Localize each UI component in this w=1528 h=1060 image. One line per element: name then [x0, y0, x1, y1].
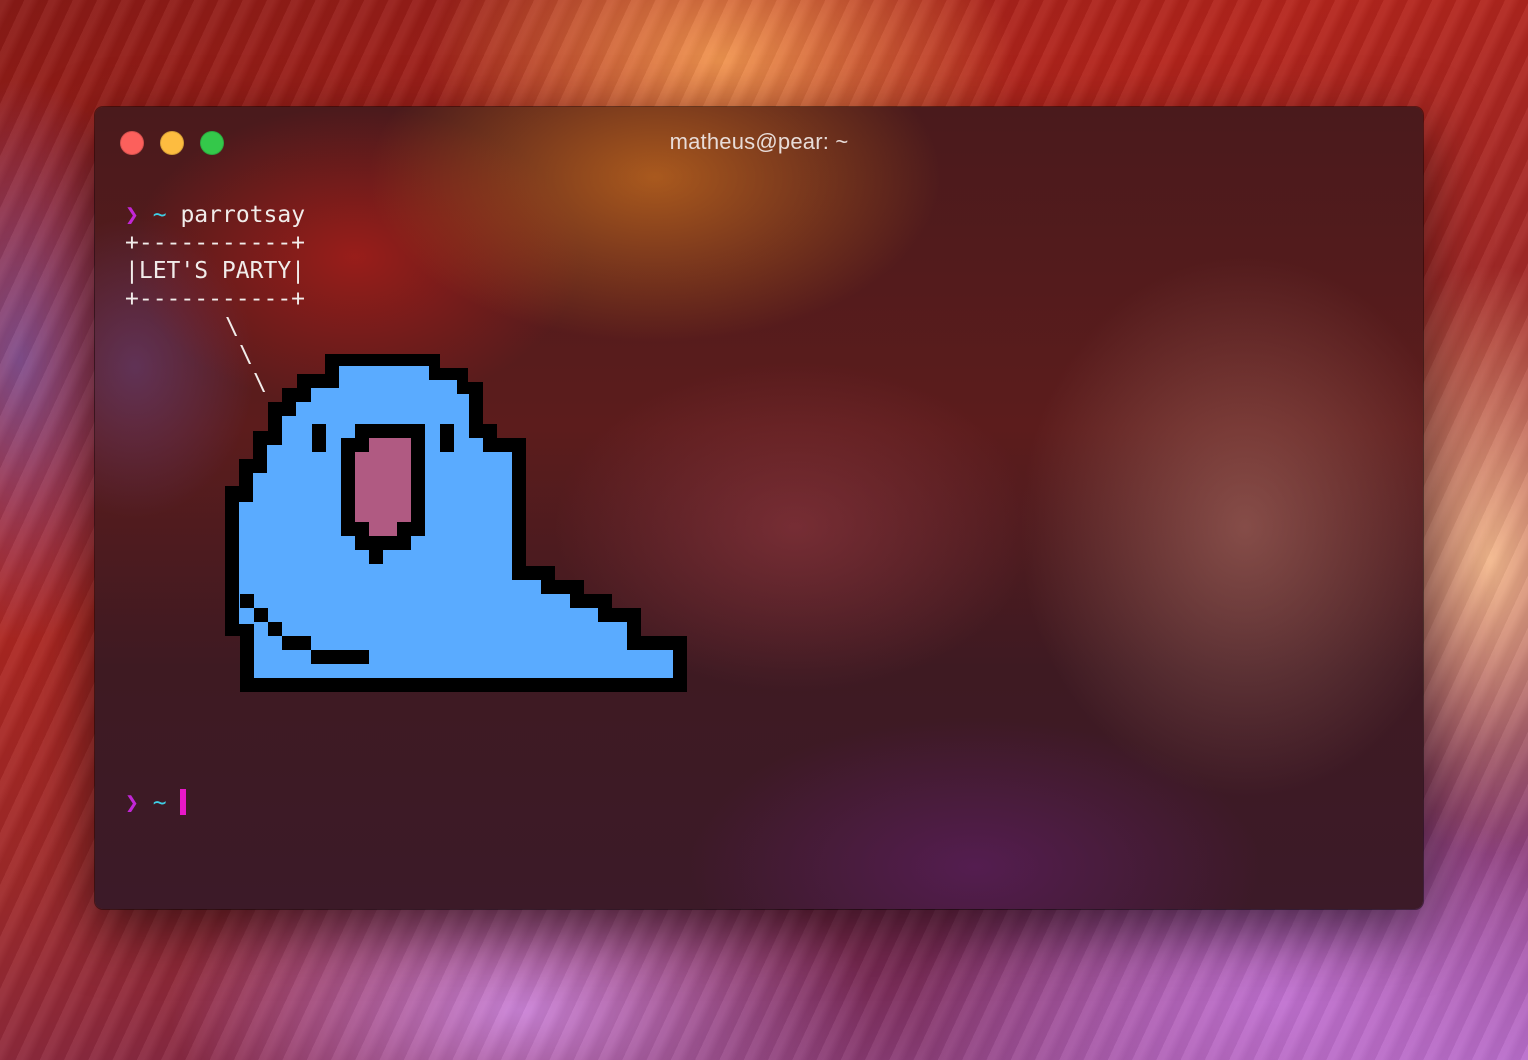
active-prompt-line[interactable]: ❯ ~	[125, 789, 187, 817]
speech-bubble-tail: \	[225, 314, 239, 340]
prompt-cwd: ~	[152, 790, 167, 816]
parrot-body	[239, 366, 673, 678]
parrot-ascii-art	[225, 354, 687, 692]
prompt-arrow-icon: ❯	[125, 790, 139, 816]
terminal-window[interactable]: matheus@pear: ~ ❯ ~ parrotsay +---------…	[95, 107, 1423, 909]
prompt-arrow-icon: ❯	[125, 202, 139, 228]
text-cursor[interactable]	[180, 789, 187, 815]
window-title: matheus@pear: ~	[669, 129, 849, 154]
parrot-right-eye	[440, 424, 454, 452]
prompt-cwd: ~	[152, 202, 167, 228]
speech-bubble-text: |LET'S PARTY|	[125, 258, 306, 284]
terminal-output[interactable]: ❯ ~ parrotsay +-----------+ |LET'S PARTY…	[125, 201, 305, 313]
command-text: parrotsay	[180, 202, 306, 228]
speech-bubble-bottom: +-----------+	[125, 286, 306, 312]
command-line: ❯ ~ parrotsay	[125, 201, 305, 229]
parrot-left-eye	[312, 424, 326, 452]
speech-bubble-top: +-----------+	[125, 230, 306, 256]
parrot-beak	[355, 438, 411, 536]
title-bar[interactable]: matheus@pear: ~	[95, 107, 1423, 177]
